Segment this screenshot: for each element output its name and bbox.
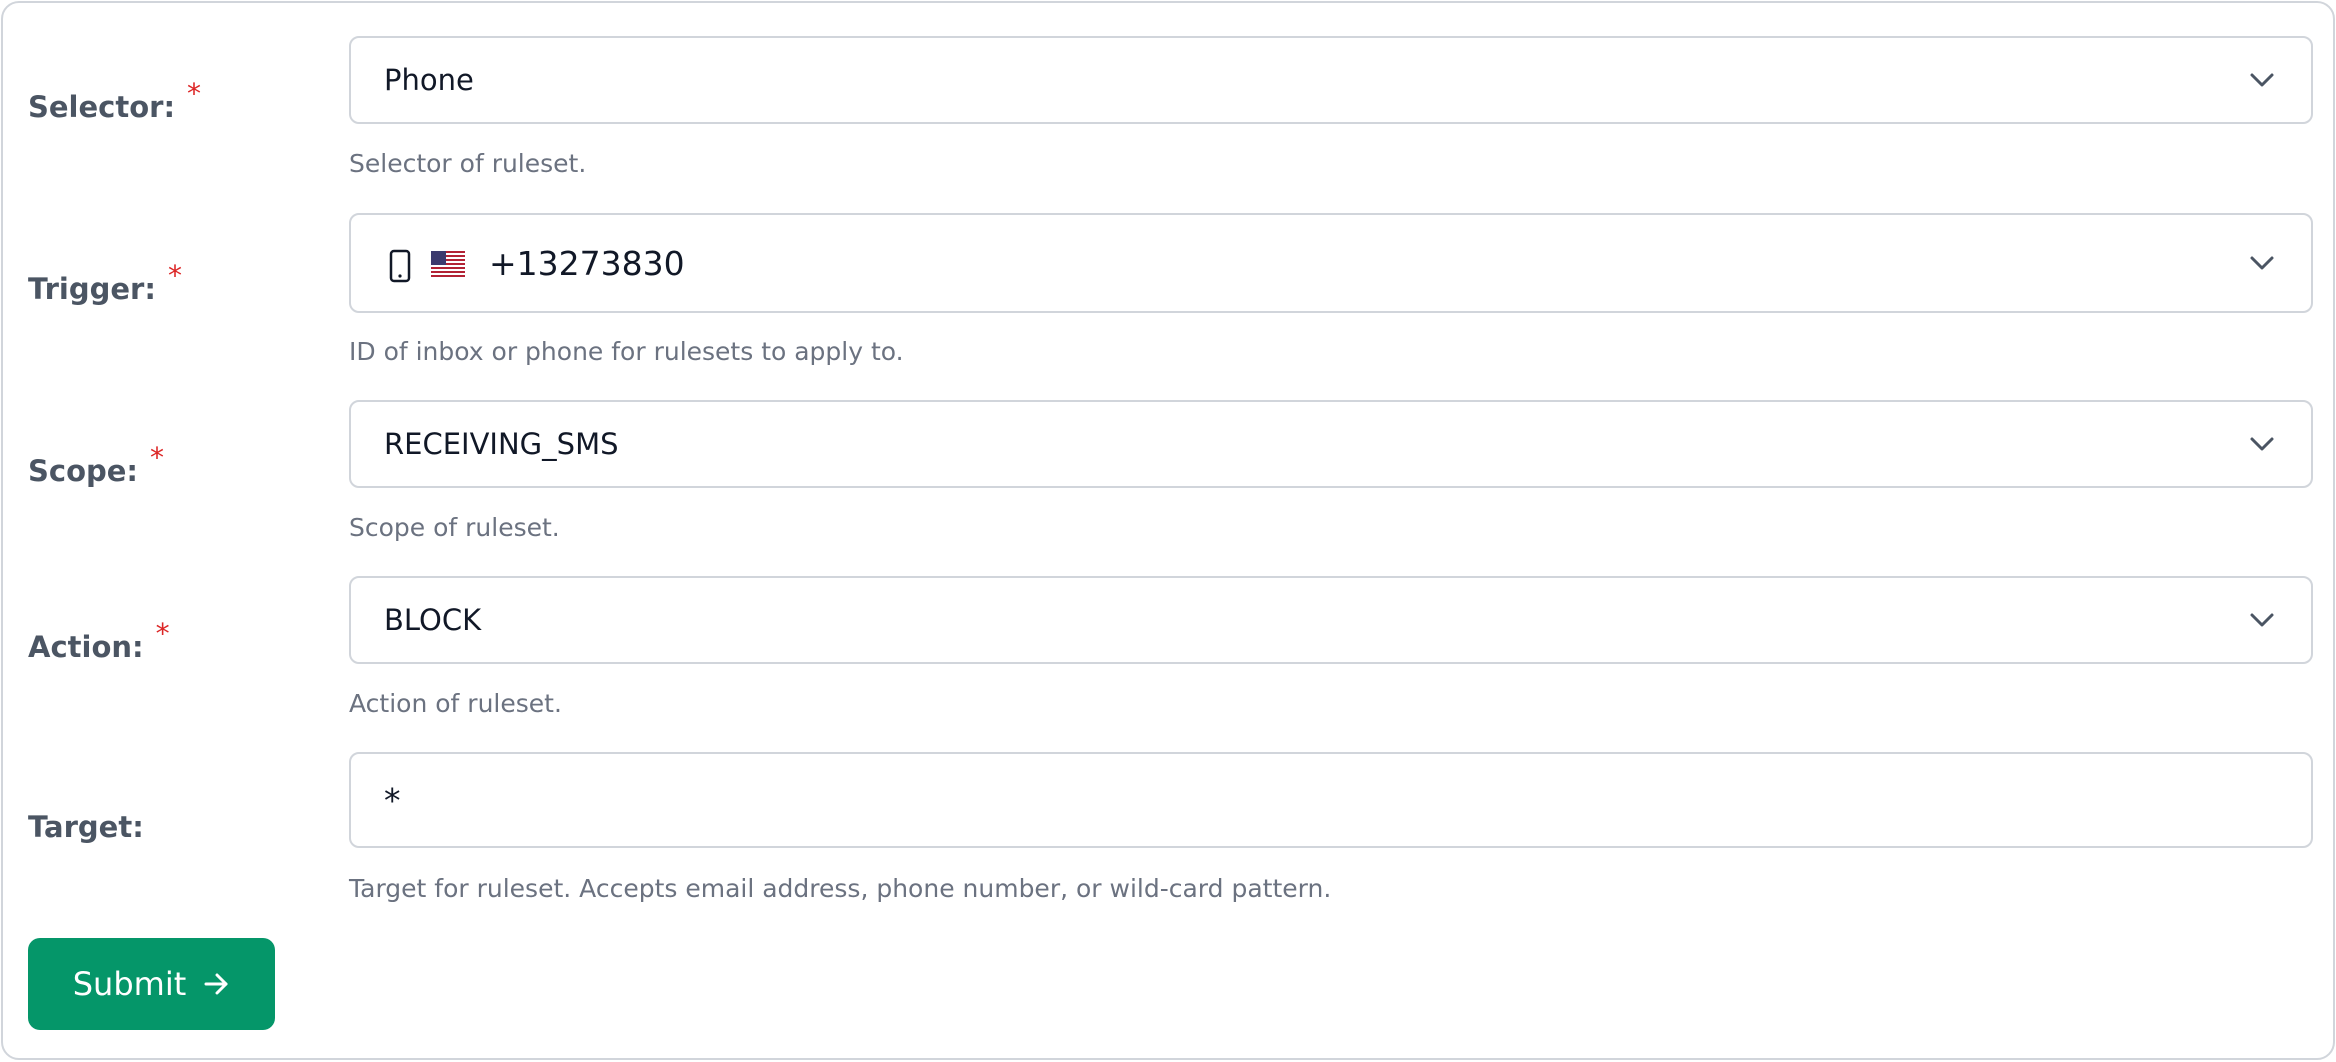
chevron-down-icon (2250, 613, 2274, 627)
arrow-right-icon (204, 973, 228, 995)
scope-select[interactable]: RECEIVING_SMS (349, 400, 2313, 488)
scope-label: Scope: * (28, 441, 165, 488)
target-input[interactable]: * (349, 752, 2313, 848)
required-mark: * (187, 77, 202, 110)
chevron-down-icon (2250, 256, 2274, 270)
selector-help: Selector of ruleset. (349, 149, 587, 178)
required-mark: * (155, 617, 170, 650)
chevron-down-icon (2250, 437, 2274, 451)
submit-button[interactable]: Submit (28, 938, 275, 1030)
phone-icon (389, 249, 411, 283)
action-help: Action of ruleset. (349, 689, 562, 718)
trigger-help: ID of inbox or phone for rulesets to app… (349, 337, 904, 366)
target-value: * (384, 780, 401, 820)
required-mark: * (150, 441, 165, 474)
chevron-down-icon (2250, 73, 2274, 87)
target-label: Target: (28, 810, 144, 844)
scope-value: RECEIVING_SMS (384, 427, 619, 461)
target-help: Target for ruleset. Accepts email addres… (349, 874, 1332, 903)
ruleset-form-card: Selector: * Phone Selector of ruleset. Tr… (1, 1, 2335, 1060)
selector-label: Selector: * (28, 77, 202, 124)
trigger-select[interactable]: +13273830 (349, 213, 2313, 313)
scope-help: Scope of ruleset. (349, 513, 560, 542)
submit-label: Submit (72, 965, 187, 1003)
trigger-label: Trigger: * (28, 259, 182, 306)
action-value: BLOCK (384, 603, 482, 637)
trigger-value: +13273830 (489, 243, 685, 283)
action-label: Action: * (28, 617, 170, 664)
selector-value: Phone (384, 63, 474, 97)
required-mark: * (167, 259, 182, 292)
selector-select[interactable]: Phone (349, 36, 2313, 124)
us-flag-icon (431, 251, 465, 277)
action-select[interactable]: BLOCK (349, 576, 2313, 664)
